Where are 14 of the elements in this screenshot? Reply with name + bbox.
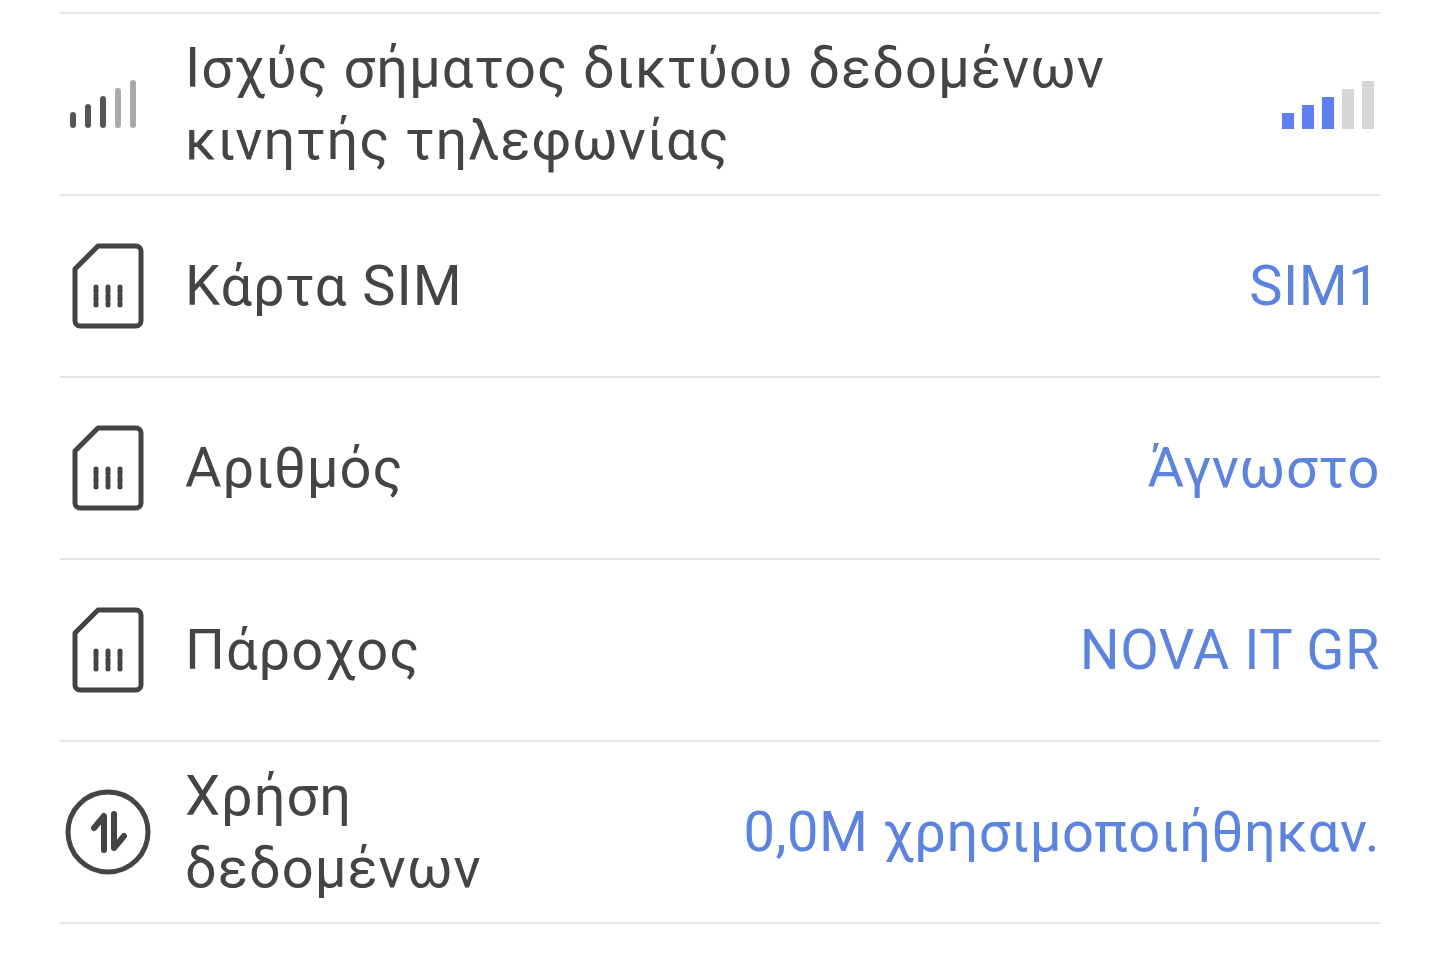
setting-value: SIM1: [1249, 253, 1380, 319]
sim-card-icon: [72, 607, 144, 693]
signal-strength-icon: [1282, 79, 1376, 129]
setting-value: NOVA IT GR: [1079, 617, 1380, 683]
setting-value: Άγνωστο: [1147, 435, 1380, 501]
setting-label: Αριθμός: [185, 434, 405, 503]
setting-label: Χρήση δεδομένων: [185, 762, 483, 903]
data-transfer-icon: [64, 788, 152, 876]
setting-label: Κάρτα SIM: [185, 252, 464, 321]
setting-value: 0,0M χρησιμοποιήθηκαν.: [743, 799, 1380, 865]
setting-label: Πάροχος: [185, 616, 422, 685]
sim-card-icon: [72, 425, 144, 511]
sim-card-icon: [72, 243, 144, 329]
setting-label: Ισχύς σήματος δικτύου δεδομένων κινητής τηλεφωνίας: [185, 34, 1106, 175]
